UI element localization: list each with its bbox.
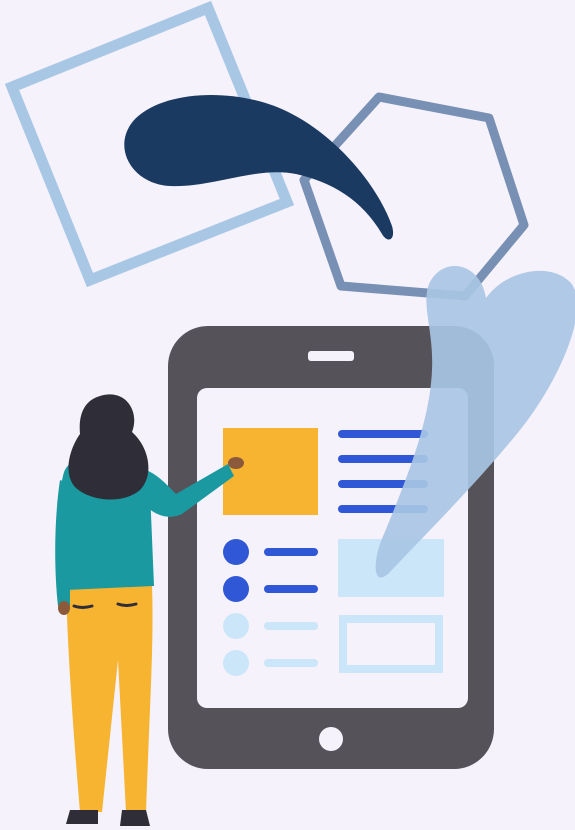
woman-hand-left: [58, 601, 70, 615]
pocket-mark: [72, 604, 94, 609]
illustration-canvas: [0, 0, 575, 830]
tablet-speaker: [308, 351, 354, 361]
woman-hand: [228, 457, 244, 469]
list-line-active: [264, 585, 318, 593]
text-line: [338, 430, 428, 438]
tablet-home-button[interactable]: [319, 727, 343, 751]
pocket-mark: [116, 602, 138, 607]
list-bullet-inactive[interactable]: [223, 613, 249, 639]
screen-outlined-box[interactable]: [339, 615, 443, 673]
list-bullet-active[interactable]: [223, 576, 249, 602]
list-line-active: [264, 548, 318, 556]
woman-shoe: [66, 810, 98, 824]
list-line-inactive: [264, 622, 318, 630]
illustration-svg: [0, 0, 575, 830]
woman-shoe: [120, 810, 150, 826]
list-bullet-active[interactable]: [223, 539, 249, 565]
screen-image-card[interactable]: [223, 428, 318, 515]
list-bullet-inactive[interactable]: [223, 650, 249, 676]
list-line-inactive: [264, 659, 318, 667]
